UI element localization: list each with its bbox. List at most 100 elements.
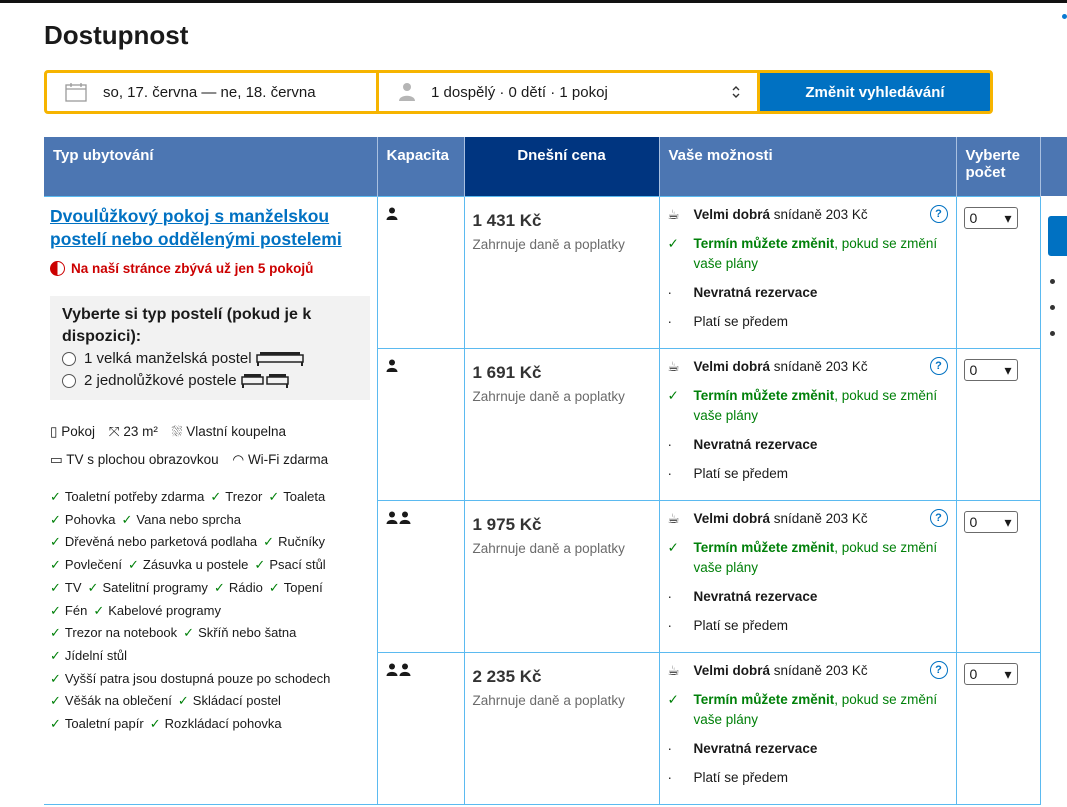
capacity-cell [376, 500, 465, 653]
area-icon: ⤧ [108, 424, 120, 439]
header-select: Vyberte počet [956, 137, 1041, 197]
help-icon[interactable]: ? [929, 661, 948, 679]
check-icon: ✓ [50, 489, 61, 504]
radio-button[interactable] [62, 352, 76, 366]
coffee-cup-icon: ☕︎ [667, 663, 680, 678]
occupancy-selector[interactable]: 1 dospělý · 0 dětí · 1 pokoj [379, 73, 757, 111]
bullet-icon: · [667, 314, 673, 329]
bed-option-double[interactable]: 1 velká manželská postel [62, 348, 360, 370]
amenity-line: ✓ Fén ✓ Kabelové programy [50, 600, 371, 623]
bullet-icon: · [667, 618, 673, 633]
reserve-button-fragment[interactable] [1048, 216, 1067, 256]
tv-icon: ▭ [50, 452, 63, 467]
breakfast-option: ☕︎ Velmi dobrá snídaně 203 Kč [668, 509, 948, 529]
wifi-icon: ◠ [232, 452, 245, 467]
amenity-item: ✓ Satelitní programy [87, 579, 208, 595]
prepay-text: Platí se předem [693, 466, 789, 481]
capacity-cell [376, 196, 465, 349]
facility-room: ▯ Pokoj [50, 424, 95, 439]
prepay-option: · Platí se předem [668, 616, 948, 636]
price-note: Zahrnuje daně a poplatky [472, 693, 625, 708]
check-icon: ✓ [254, 557, 266, 573]
bullet-icon: · [667, 770, 673, 785]
price-value: 1 431 Kč [472, 211, 542, 230]
occupancy-text: 1 dospělý · 0 dětí · 1 pokoj [431, 83, 608, 101]
breakfast-option: ☕︎ Velmi dobrá snídaně 203 Kč [668, 661, 948, 681]
person-icon [386, 359, 397, 372]
amenity-item: ✓ Ručníky [263, 534, 326, 550]
amenity-item: ✓ Dřevěná nebo parketová podlaha [50, 534, 258, 550]
nonrefundable-text: Nevratná rezervace [693, 285, 818, 300]
price-note: Zahrnuje daně a poplatky [472, 237, 625, 252]
check-icon: ✓ [87, 579, 99, 595]
change-search-button[interactable]: Změnit vyhledávání [760, 73, 990, 111]
dates-text: so, 17. června — ne, 18. června [103, 83, 316, 101]
check-icon: ✓ [50, 534, 61, 550]
check-icon: ✓ [50, 670, 61, 686]
help-icon[interactable]: ? [929, 205, 948, 223]
chevron-down-icon: ▾ [1004, 513, 1012, 530]
check-icon: ✓ [50, 693, 61, 709]
amenity-item: ✓ TV [50, 579, 82, 595]
help-icon[interactable]: ? [929, 357, 948, 375]
table-row: Dvoulůžkový pokoj s manželskou postelí n… [44, 196, 1041, 805]
amenity-item: ✓ Jídelní stůl [50, 647, 128, 663]
amenity-line: ✓ Povlečení ✓ Zásuvka u postele ✓ Psací stůl [50, 554, 371, 577]
date-picker[interactable]: so, 17. června — ne, 18. června [47, 73, 376, 111]
person-icon [399, 83, 415, 101]
radio-button[interactable] [62, 374, 76, 388]
bed-option-twin[interactable]: 2 jednolůžkové postele [62, 370, 360, 392]
check-icon: ✓ [268, 489, 280, 504]
prepay-text: Platí se předem [693, 770, 789, 785]
check-icon: ✓ [149, 716, 161, 732]
options-cell: ? ☕︎ Velmi dobrá snídaně 203 Kč ✓ Termín můž… [658, 652, 957, 805]
bed-option-label: 2 jednolůžkové postele [84, 372, 237, 389]
check-icon: ✓ [50, 511, 61, 527]
price-value: 2 235 Kč [472, 667, 542, 686]
amenity-item: ✓ Pohovka [50, 511, 116, 527]
free-change-option: ✓ Termín můžete změnit, pokud se změní va… [668, 386, 948, 426]
help-icon[interactable]: ? [929, 509, 948, 527]
quantity-select[interactable]: 0 ▾ [963, 359, 1018, 381]
half-circle-icon [50, 261, 65, 276]
amenity-line: ✓ TV ✓ Satelitní programy ✓ Rádio ✓ Topení [50, 577, 371, 600]
breakfast-option: ☕︎ Velmi dobrá snídaně 203 Kč [668, 205, 948, 225]
facility-bathroom: ⛆ Vlastní koupelna [171, 424, 287, 439]
breakfast-price: snídaně 203 Kč [773, 207, 868, 222]
availability-table: Typ ubytování Kapacita Dnešní cena Vaše … [44, 137, 1041, 805]
check-icon: ✓ [268, 579, 280, 595]
breakfast-option: ☕︎ Velmi dobrá snídaně 203 Kč [668, 357, 948, 377]
price-cell: 1 431 Kč Zahrnuje daně a poplatky [463, 196, 660, 349]
bullet-icon: · [667, 466, 673, 481]
next-column-header [1040, 137, 1067, 196]
free-change-option: ✓ Termín můžete změnit, pokud se změní va… [668, 690, 948, 730]
facility-wifi: ◠ Wi-Fi zdarma [232, 452, 329, 467]
availability-warning: Na naší stránce zbývá už jen 5 pokojů [44, 251, 377, 286]
change-title: Termín můžete změnit [693, 692, 835, 707]
check-icon: ✓ [667, 540, 679, 555]
amenity-item: ✓ Vana nebo sprcha [121, 511, 241, 527]
amenity-line: ✓ Toaletní papír ✓ Rozkládací pohovka [50, 713, 371, 736]
quantity-select[interactable]: 0 ▾ [963, 207, 1018, 229]
bullet-icon: · [667, 589, 673, 604]
check-icon: ✓ [263, 534, 275, 550]
check-icon: ✓ [667, 388, 679, 403]
options-cell: ? ☕︎ Velmi dobrá snídaně 203 Kč ✓ Termín můž… [658, 348, 957, 501]
quantity-select[interactable]: 0 ▾ [963, 511, 1018, 533]
change-title: Termín můžete změnit [693, 236, 835, 251]
quantity-select[interactable]: 0 ▾ [963, 663, 1018, 685]
shower-icon: ⛆ [171, 424, 183, 439]
nonrefundable-option: · Nevratná rezervace [668, 739, 948, 759]
twin-beds-icon [240, 374, 289, 388]
door-icon: ▯ [50, 424, 58, 439]
facilities-list: ▯ Pokoj ⤧ 23 m² ⛆ Vlastní koupelna ▭ TV … [44, 400, 377, 474]
select-cell: 0 ▾ [955, 348, 1041, 501]
amenity-line: ✓ Toaletní potřeby zdarma ✓ Trezor ✓ Toaleta [50, 486, 371, 509]
amenity-item: ✓ Trezor [210, 489, 263, 504]
amenity-item: ✓ Vyšší patra jsou dostupná pouze po scho… [50, 670, 331, 686]
room-name-link[interactable]: Dvoulůžkový pokoj s manželskou postelí n… [44, 197, 377, 251]
updown-chevron-icon [732, 86, 740, 98]
breakfast-price: snídaně 203 Kč [773, 359, 868, 374]
prepay-option: · Platí se předem [668, 768, 948, 788]
bed-type-box: Vyberte si typ postelí (pokud je k dispo… [50, 296, 370, 400]
